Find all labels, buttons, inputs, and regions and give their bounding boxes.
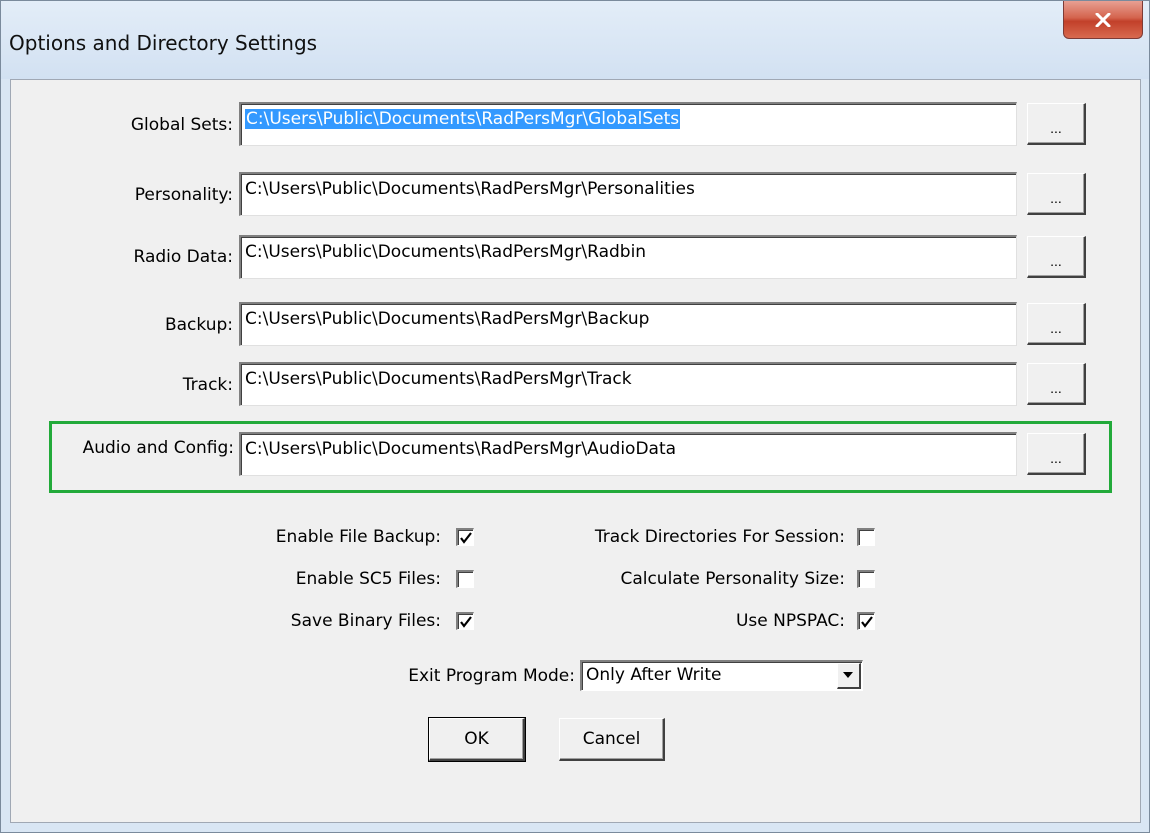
personality-browse-button[interactable]: ... [1027,173,1086,215]
enable-file-backup-label: Enable File Backup: [275,527,441,547]
check-icon [460,532,472,544]
track-field[interactable]: C:\Users\Public\Documents\RadPersMgr\Tra… [239,362,1017,406]
track-label: Track: [182,375,233,395]
backup-label: Backup: [164,315,233,335]
close-button[interactable] [1063,1,1143,39]
chevron-down-icon [843,672,853,678]
dialog-window: Options and Directory Settings Global Se… [0,0,1150,833]
exit-mode-value: Only After Write [586,665,722,685]
enable-sc5-files-checkbox[interactable] [456,570,474,588]
check-icon [460,616,472,628]
personality-label: Personality: [134,185,233,205]
save-binary-files-checkbox[interactable] [456,612,474,630]
personality-field[interactable]: C:\Users\Public\Documents\RadPersMgr\Per… [239,172,1017,216]
track-directories-label: Track Directories For Session: [594,527,845,547]
enable-sc5-files-label: Enable SC5 Files: [295,569,441,589]
radio-data-browse-button[interactable]: ... [1027,236,1086,278]
use-npspac-checkbox[interactable] [857,612,875,630]
cancel-button[interactable]: Cancel [559,718,665,761]
global-sets-field[interactable]: C:\Users\Public\Documents\RadPersMgr\Glo… [239,102,1017,146]
backup-field[interactable]: C:\Users\Public\Documents\RadPersMgr\Bac… [239,302,1017,346]
save-binary-files-label: Save Binary Files: [290,611,441,631]
track-directories-checkbox[interactable] [857,528,875,546]
global-sets-path: C:\Users\Public\Documents\RadPersMgr\Glo… [245,109,681,129]
audio-config-browse-button[interactable]: ... [1027,433,1086,475]
backup-browse-button[interactable]: ... [1027,303,1086,345]
track-browse-button[interactable]: ... [1027,363,1086,405]
ok-button[interactable]: OK [428,717,526,762]
exit-mode-select[interactable]: Only After Write [580,660,863,691]
radio-data-field[interactable]: C:\Users\Public\Documents\RadPersMgr\Rad… [239,235,1017,279]
use-npspac-label: Use NPSPAC: [735,611,845,631]
audio-config-label: Audio and Config: [82,438,234,458]
radio-data-label: Radio Data: [133,247,234,267]
dialog-title: Options and Directory Settings [9,31,318,55]
calculate-size-checkbox[interactable] [857,570,875,588]
enable-file-backup-checkbox[interactable] [456,528,474,546]
dropdown-button[interactable] [837,663,861,689]
title-bar[interactable]: Options and Directory Settings [1,1,1149,79]
close-icon [1095,12,1111,27]
exit-mode-label: Exit Program Mode: [408,666,575,686]
audio-config-field[interactable]: C:\Users\Public\Documents\RadPersMgr\Aud… [239,432,1017,476]
check-icon [861,616,873,628]
global-sets-label: Global Sets: [130,115,233,135]
calculate-size-label: Calculate Personality Size: [620,569,845,589]
global-sets-browse-button[interactable]: ... [1027,103,1086,145]
